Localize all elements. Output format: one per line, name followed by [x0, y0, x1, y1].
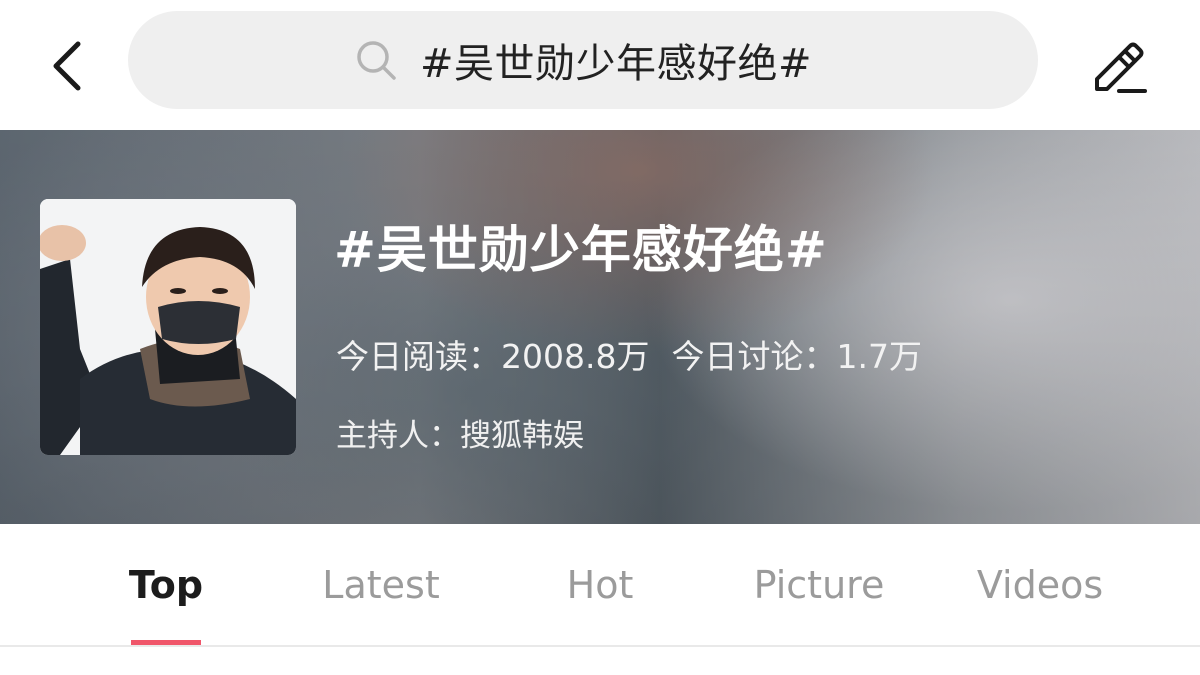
- reads-label: 今日阅读：: [336, 337, 501, 376]
- pencil-icon: [1095, 42, 1147, 93]
- tab-latest[interactable]: Latest: [300, 524, 462, 646]
- top-bar: #吴世勋少年感好绝#: [0, 0, 1200, 130]
- topic-cover-image[interactable]: [40, 199, 296, 455]
- feed-tabs: Top Latest Hot Picture Videos: [0, 524, 1200, 646]
- topic-title: #吴世勋少年感好绝#: [334, 221, 828, 279]
- tab-picture[interactable]: Picture: [730, 524, 908, 646]
- topic-banner: #吴世勋少年感好绝# 今日阅读：2008.8万 今日讨论：1.7万 主持人：搜狐韩…: [0, 130, 1200, 524]
- edit-post-button[interactable]: [1082, 30, 1152, 100]
- tab-videos[interactable]: Videos: [955, 524, 1125, 646]
- reads-value: 2008.8万: [501, 337, 650, 376]
- topic-host: 主持人：搜狐韩娱: [336, 410, 584, 455]
- back-button[interactable]: [36, 36, 96, 96]
- tab-label: Hot: [566, 563, 634, 607]
- search-icon: [357, 41, 396, 80]
- topic-stats: 今日阅读：2008.8万 今日讨论：1.7万: [336, 330, 922, 378]
- tab-label: Latest: [322, 563, 440, 607]
- tab-label: Top: [128, 563, 204, 607]
- search-bar[interactable]: #吴世勋少年感好绝#: [128, 11, 1038, 109]
- feed-area: [0, 647, 1200, 675]
- tab-label: Videos: [976, 563, 1104, 607]
- search-query-text: #吴世勋少年感好绝#: [419, 41, 813, 87]
- chevron-left-icon: [53, 41, 81, 91]
- tab-label: Picture: [753, 563, 885, 607]
- discussions-label: 今日讨论：: [671, 337, 837, 376]
- host-label: 主持人：: [336, 418, 460, 454]
- discussions-value: 1.7万: [836, 337, 922, 376]
- tab-top[interactable]: Top: [96, 524, 236, 646]
- host-name[interactable]: 搜狐韩娱: [460, 418, 584, 454]
- tab-hot[interactable]: Hot: [540, 524, 660, 646]
- person-photo: [40, 199, 296, 455]
